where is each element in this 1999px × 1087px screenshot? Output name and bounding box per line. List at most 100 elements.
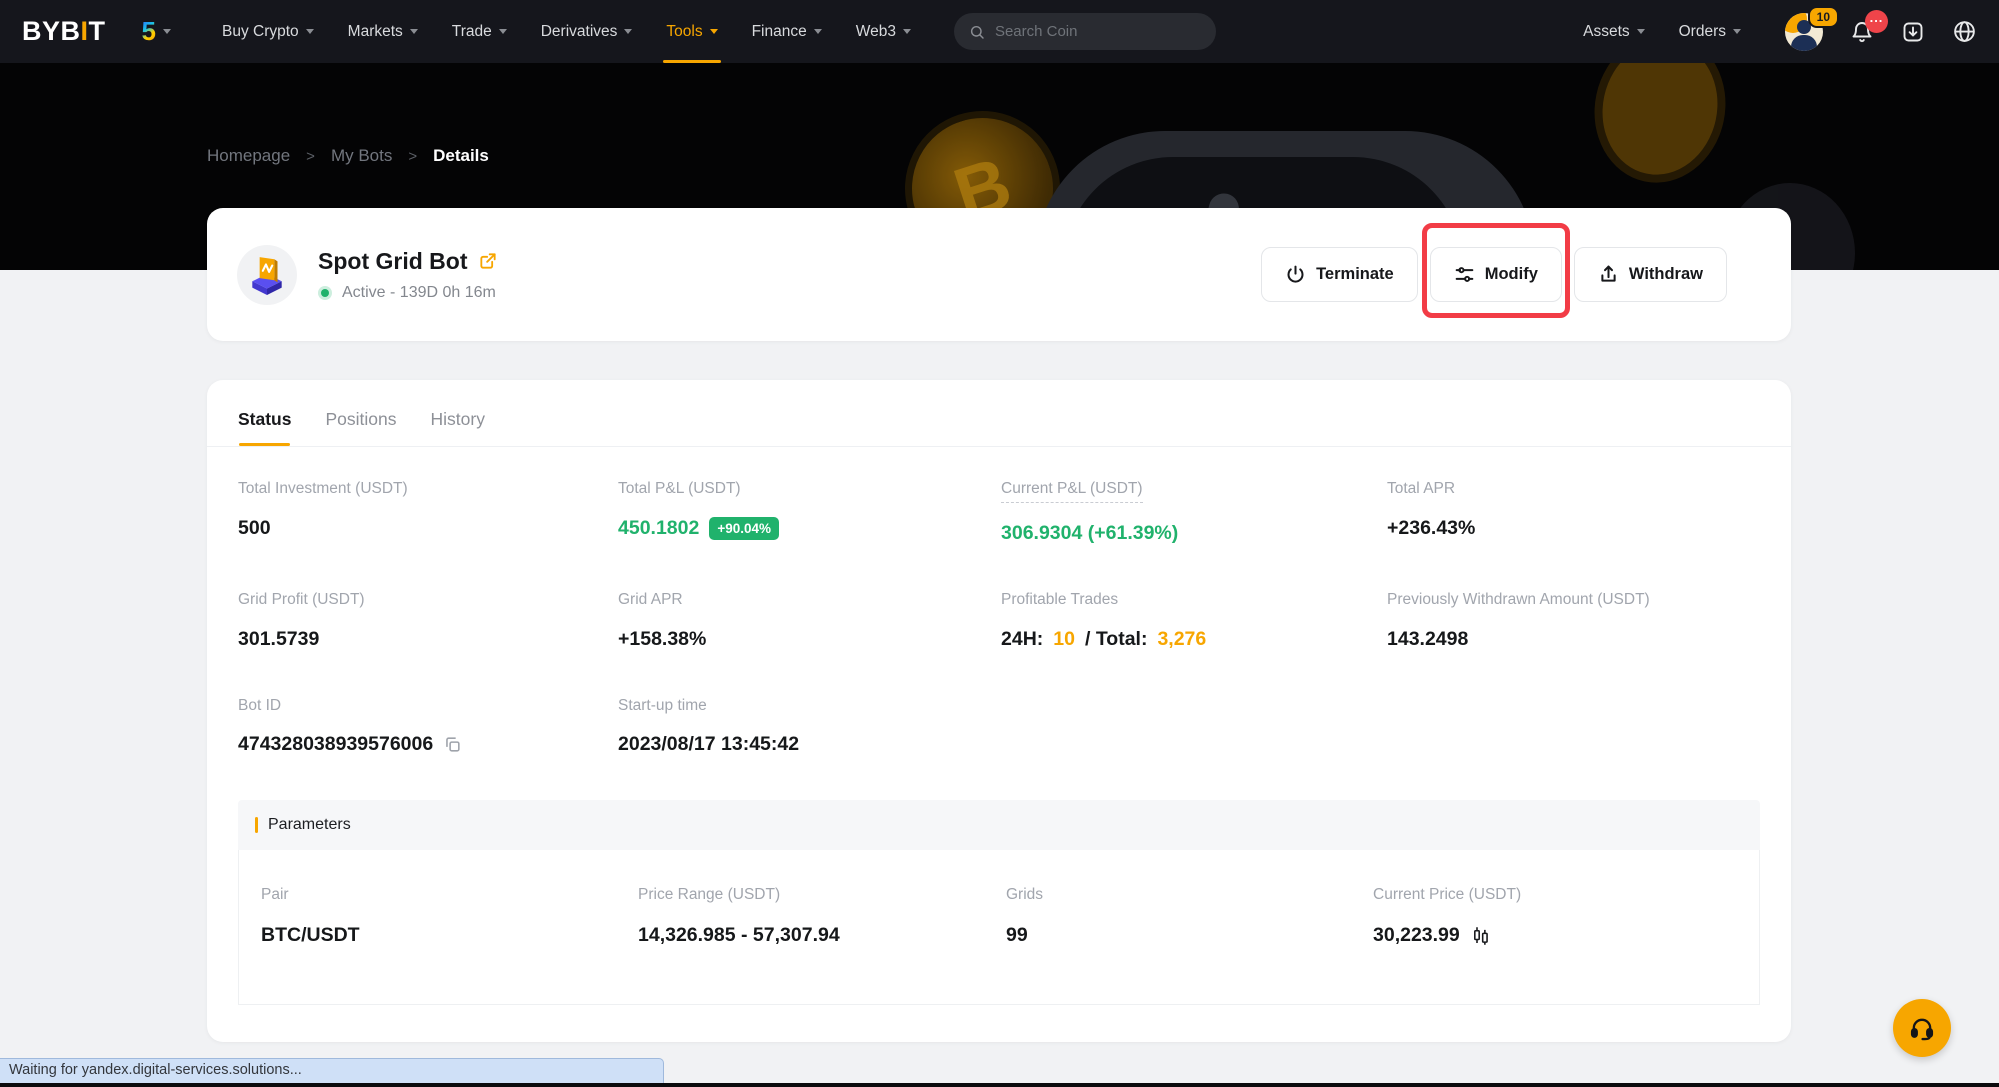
chevron-down-icon <box>903 29 911 34</box>
param-price-range-usdt: Price Range (USDT) 14,326.985 - 57,307.94 <box>638 886 840 947</box>
headset-icon <box>1908 1014 1936 1042</box>
modify-button[interactable]: Modify <box>1430 247 1562 302</box>
breadcrumb-separator-icon: > <box>408 148 417 165</box>
stat-bot-id: Bot ID 474328038939576006 <box>238 697 618 757</box>
stat-total-apr: Total APR+236.43% <box>1387 480 1760 545</box>
globe-icon <box>1952 19 1977 44</box>
stat-label: Total P&L (USDT) <box>618 480 1001 498</box>
param-label: Grids <box>1006 886 1043 904</box>
nav-right-menu: Assets Orders <box>1566 0 1758 63</box>
stat-value: 306.9304 (+61.39%) <box>1001 522 1387 545</box>
nav-item-label: Assets <box>1583 23 1630 41</box>
stat-value: +236.43% <box>1387 517 1760 540</box>
chevron-down-icon <box>410 29 418 34</box>
stat-grid-apr: Grid APR +158.38% <box>618 591 1001 651</box>
param-label: Pair <box>261 886 360 904</box>
profile-avatar-button[interactable]: 10 <box>1785 13 1823 51</box>
stat-current-p-l-usdt: Current P&L (USDT) 306.9304 (+61.39%) <box>1001 480 1387 545</box>
pnl-percent-badge: +90.04% <box>709 517 779 540</box>
nav-item-label: Trade <box>452 23 492 41</box>
button-label: Modify <box>1485 265 1538 284</box>
top-navigation-bar: BYBIT 5 Buy CryptoMarkets Trade Derivative… <box>0 0 1999 63</box>
nav-item-finance[interactable]: Finance <box>735 0 839 63</box>
power-icon <box>1285 264 1306 285</box>
search-icon <box>969 23 985 41</box>
button-label: Withdraw <box>1629 265 1703 284</box>
nav-item-assets[interactable]: Assets <box>1566 0 1662 63</box>
chevron-down-icon <box>1637 29 1645 34</box>
screen-bottom-edge <box>0 1083 1999 1087</box>
notifications-button[interactable]: ... <box>1850 20 1874 44</box>
stat-label: Bot ID <box>238 697 618 715</box>
breadcrumb-item-details: Details <box>433 146 489 166</box>
active-status-dot <box>318 286 332 300</box>
terminate-button[interactable]: Terminate <box>1261 247 1418 302</box>
support-chat-button[interactable] <box>1893 999 1951 1057</box>
stat-value: 500 <box>238 517 618 540</box>
external-link-icon[interactable] <box>478 251 498 271</box>
stat-value: 143.2498 <box>1387 628 1760 651</box>
parameters-section: Parameters PairBTC/USDTPrice Range (USDT… <box>238 800 1760 1005</box>
stat-label: Previously Withdrawn Amount (USDT) <box>1387 591 1760 609</box>
stat-total-p-l-usdt: Total P&L (USDT) 450.1802+90.04% <box>618 480 1001 545</box>
stat-label: Start-up time <box>618 697 1001 715</box>
param-value: 99 <box>1006 924 1043 947</box>
stat-start-up-time: Start-up time 2023/08/17 13:45:42 <box>618 697 1001 757</box>
stat-label: Total Investment (USDT) <box>238 480 618 498</box>
stat-value: 474328038939576006 <box>238 733 618 756</box>
stat-value: 450.1802+90.04% <box>618 517 1001 540</box>
search-input[interactable] <box>995 23 1201 40</box>
stat-label: Profitable Trades <box>1001 591 1387 609</box>
chevron-down-icon <box>1733 29 1741 34</box>
stat-label: Grid Profit (USDT) <box>238 591 618 609</box>
breadcrumb-item-homepage[interactable]: Homepage <box>207 146 290 166</box>
nav-item-derivatives[interactable]: Derivatives <box>524 0 650 63</box>
chevron-down-icon <box>624 29 632 34</box>
nav-item-trade[interactable]: Trade <box>435 0 524 63</box>
notifications-badge: ... <box>1865 10 1888 33</box>
param-value: 14,326.985 - 57,307.94 <box>638 924 840 947</box>
anniversary-5-menu[interactable]: 5 <box>142 16 171 47</box>
nav-item-markets[interactable]: Markets <box>331 0 435 63</box>
stat-value: 2023/08/17 13:45:42 <box>618 733 1001 756</box>
nav-item-web3[interactable]: Web3 <box>839 0 928 63</box>
language-button[interactable] <box>1952 19 1977 44</box>
tab-status[interactable]: Status <box>238 409 291 446</box>
bybit-grid-bot-details-page: BYBIT 5 Buy CryptoMarkets Trade Derivative… <box>0 0 1999 1087</box>
stat-value: +158.38% <box>618 628 1001 651</box>
bot-title-block: Spot Grid Bot Active - 139D 0h 16m <box>318 248 498 302</box>
bybit-logo[interactable]: BYBIT <box>22 16 106 47</box>
candlestick-chart-icon[interactable] <box>1470 925 1491 947</box>
bot-details-card: Status Positions History Total Investment … <box>207 380 1791 1042</box>
stat-label: Grid APR <box>618 591 1001 609</box>
copy-icon[interactable] <box>443 735 462 754</box>
stat-total-investment-usdt: Total Investment (USDT) 500 <box>238 480 618 545</box>
breadcrumb: Homepage>My Bots>Details <box>207 146 489 166</box>
nav-menu: Buy CryptoMarkets Trade Derivatives Tools Fi… <box>205 0 928 63</box>
tab-history[interactable]: History <box>431 409 485 446</box>
chevron-down-icon <box>710 29 718 34</box>
tab-positions[interactable]: Positions <box>325 409 396 446</box>
parameters-body: PairBTC/USDTPrice Range (USDT)14,326.985… <box>238 850 1760 1005</box>
nav-item-tools[interactable]: Tools <box>649 0 734 63</box>
nav-item-orders[interactable]: Orders <box>1662 0 1758 63</box>
param-label: Price Range (USDT) <box>638 886 840 904</box>
bot-identity: Spot Grid Bot Active - 139D 0h 16m <box>237 245 498 305</box>
withdraw-button[interactable]: Withdraw <box>1574 247 1727 302</box>
parameters-header: Parameters <box>238 800 1760 850</box>
param-current-price-usdt: Current Price (USDT)30,223.99 <box>1373 886 1521 947</box>
chevron-down-icon <box>814 29 822 34</box>
breadcrumb-item-my-bots[interactable]: My Bots <box>331 146 392 166</box>
browser-status-tooltip: Waiting for yandex.digital-services.solu… <box>0 1058 664 1083</box>
stat-value: 24H: 10 / Total: 3,276 <box>1001 628 1387 651</box>
stats-grid: Total Investment (USDT)500Total P&L (USD… <box>207 447 1791 802</box>
download-app-button[interactable] <box>1901 20 1925 44</box>
nav-item-label: Web3 <box>856 23 896 41</box>
status-badge: Active - 139D 0h 16m <box>342 284 496 302</box>
coin-search-box[interactable] <box>954 13 1216 50</box>
grid-bot-icon <box>237 245 297 305</box>
stat-previously-withdrawn-amount-usdt: Previously Withdrawn Amount (USDT) 143.24… <box>1387 591 1760 651</box>
nav-item-label: Tools <box>666 23 702 41</box>
stat-label: Current P&L (USDT) <box>1001 480 1143 503</box>
nav-item-buy-crypto[interactable]: Buy Crypto <box>205 0 331 63</box>
